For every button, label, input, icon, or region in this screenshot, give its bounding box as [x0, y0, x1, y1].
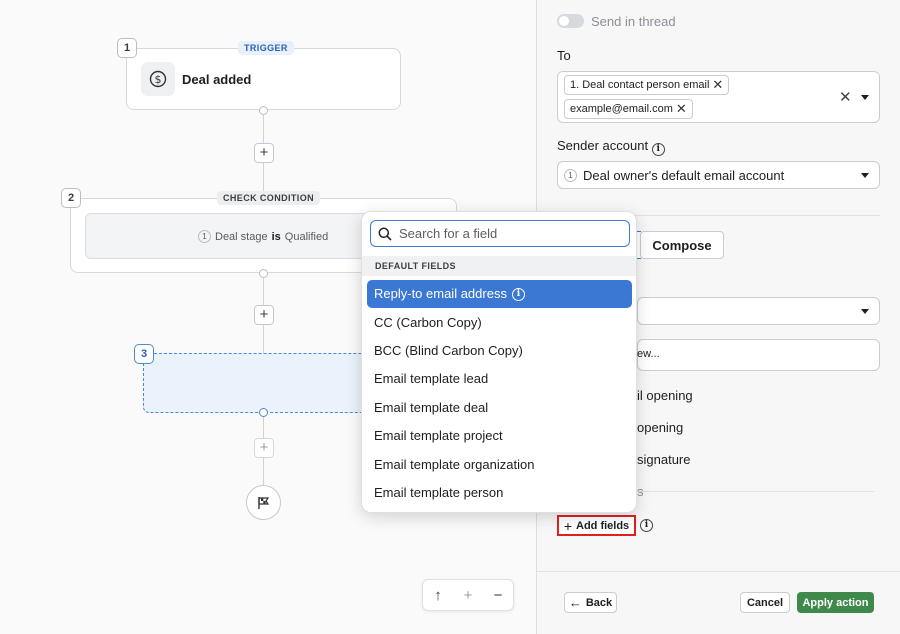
option-cc[interactable]: CC (Carbon Copy) — [367, 308, 632, 336]
divider — [637, 491, 874, 492]
section-header: DEFAULT FIELDS — [362, 256, 636, 276]
sender-account-text: Sender account — [557, 138, 649, 153]
condition-text: 1 Deal stage is Qualified — [198, 230, 328, 243]
condition-number: 1 — [198, 230, 211, 243]
back-button[interactable]: ← Back — [564, 592, 617, 613]
send-in-thread-label: Send in thread — [591, 14, 676, 29]
sender-value-text: Deal owner's default email account — [583, 168, 785, 183]
option-label: Reply-to email address — [374, 286, 507, 302]
step-number: 2 — [61, 188, 81, 208]
step-number: 3 — [134, 344, 154, 364]
sender-account-value: 1 Deal owner's default email account — [564, 168, 784, 183]
trigger-badge: TRIGGER — [238, 41, 294, 55]
finish-flag-icon — [246, 485, 281, 520]
recipient-chip-label: 1. Deal contact person email — [570, 79, 710, 91]
recipient-chip-label: example@email.com — [570, 103, 673, 115]
template-select[interactable] — [637, 297, 880, 325]
option-template-lead[interactable]: Email template lead — [367, 365, 632, 393]
info-icon[interactable]: i — [651, 143, 665, 156]
to-label: To — [557, 48, 571, 63]
option-template-deal[interactable]: Email template deal — [367, 394, 632, 422]
option-template-organization[interactable]: Email template organization — [367, 450, 632, 478]
add-step-button[interactable]: + — [254, 305, 274, 325]
checkbox-label: signature — [637, 452, 691, 467]
remove-icon[interactable]: ✕ — [676, 100, 687, 118]
add-step-button[interactable]: + — [254, 438, 274, 458]
dollar-icon: $ — [141, 62, 175, 96]
svg-text:$: $ — [155, 73, 162, 86]
chevron-down-icon[interactable] — [861, 173, 869, 178]
connector-dot — [259, 106, 268, 115]
condition-badge: CHECK CONDITION — [217, 191, 320, 205]
send-in-thread-toggle[interactable] — [557, 14, 584, 28]
option-template-person[interactable]: Email template person — [367, 479, 632, 507]
sender-number: 1 — [564, 169, 577, 182]
connector-dot — [259, 408, 268, 417]
clear-icon[interactable]: ✕ — [839, 88, 852, 106]
checkbox-label: opening — [637, 420, 684, 435]
search-icon — [378, 227, 392, 241]
field-picker-dropdown: DEFAULT FIELDS Reply-to email address i C… — [361, 211, 637, 513]
apply-action-button[interactable]: Apply action — [797, 592, 874, 613]
condition-field: Deal stage — [215, 230, 268, 243]
action-card-selected[interactable] — [143, 353, 383, 413]
cancel-button[interactable]: Cancel — [740, 592, 790, 613]
search-input[interactable] — [399, 226, 619, 241]
add-fields-button[interactable]: + Add fields — [557, 515, 636, 536]
step-number: 1 — [117, 38, 137, 58]
info-icon[interactable]: i — [640, 519, 653, 532]
plus-icon: + — [563, 517, 572, 534]
arrow-left-icon: ← — [568, 595, 582, 610]
arrow-up-icon[interactable]: ↑ — [425, 587, 451, 604]
option-bcc[interactable]: BCC (Blind Carbon Copy) — [367, 337, 632, 365]
checkbox-label: il opening — [637, 388, 693, 403]
preview-fragment: ew... — [637, 348, 660, 360]
add-step-button[interactable]: + — [254, 143, 274, 163]
compose-tab[interactable]: Compose — [640, 231, 724, 259]
recipient-chip[interactable]: example@email.com ✕ — [564, 99, 693, 119]
remove-icon[interactable]: ✕ — [712, 76, 723, 94]
zoom-controls: ↑ + − — [422, 579, 514, 611]
back-label: Back — [585, 596, 613, 609]
chevron-down-icon[interactable] — [861, 95, 869, 100]
add-fields-label: Add fields — [576, 519, 630, 532]
connector-dot — [259, 269, 268, 278]
trigger-title: Deal added — [182, 72, 252, 87]
recipient-chip[interactable]: 1. Deal contact person email ✕ — [564, 75, 730, 95]
option-reply-to-email[interactable]: Reply-to email address i — [367, 280, 632, 309]
zoom-out-button[interactable]: − — [485, 587, 511, 604]
zoom-in-button[interactable]: + — [455, 587, 481, 604]
condition-value: Qualified — [284, 230, 329, 243]
sender-account-label: Sender account i — [557, 138, 665, 156]
condition-operator: is — [271, 230, 281, 243]
chevron-down-icon[interactable] — [861, 309, 869, 314]
option-template-project[interactable]: Email template project — [367, 422, 632, 450]
info-icon[interactable]: i — [511, 287, 525, 301]
footer-divider — [537, 571, 900, 572]
preview-field[interactable] — [637, 339, 880, 371]
field-options: Reply-to email address i CC (Carbon Copy)… — [367, 280, 632, 507]
field-search[interactable] — [370, 220, 630, 247]
